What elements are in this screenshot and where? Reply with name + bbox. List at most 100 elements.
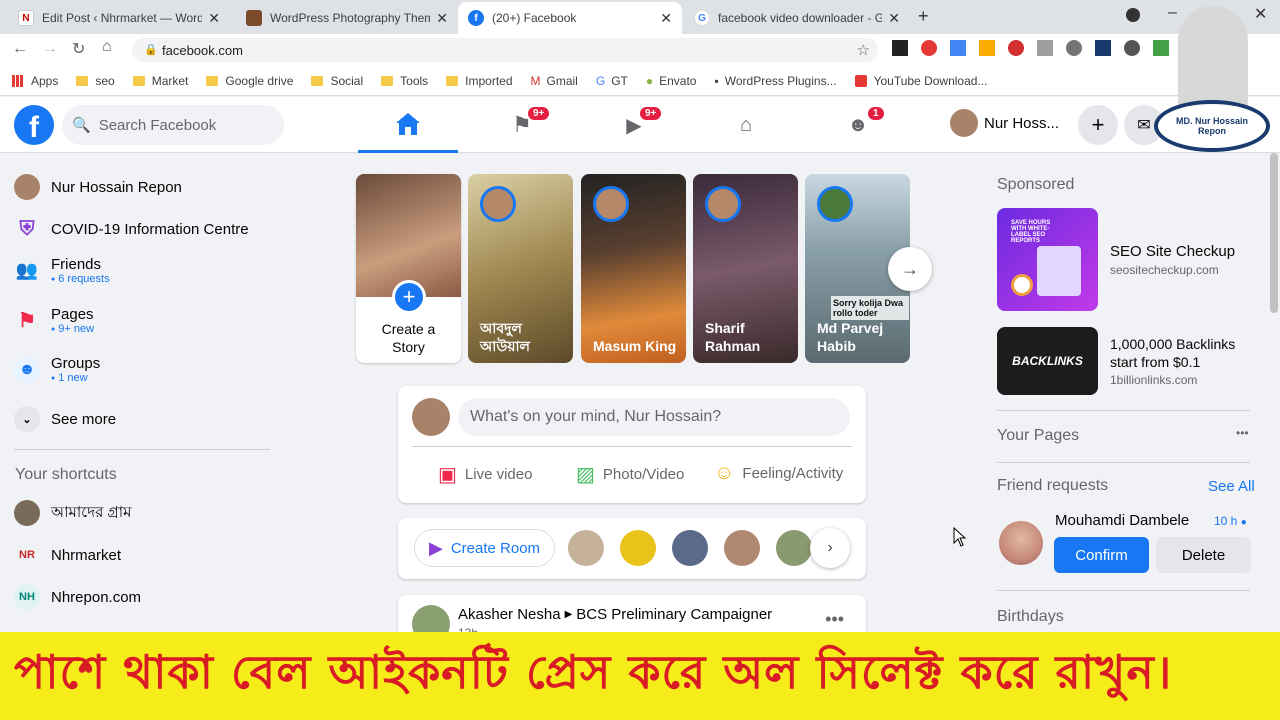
shortcut-item[interactable]: NR Nhrmarket: [14, 542, 121, 568]
reload-icon[interactable]: ↻: [72, 39, 85, 59]
post-group[interactable]: BCS Preliminary Campaigner: [576, 606, 772, 623]
active-friend-avatar[interactable]: [620, 530, 656, 566]
active-friend-avatar[interactable]: [724, 530, 760, 566]
forward-icon[interactable]: →: [42, 40, 58, 58]
bookmark-yt-download[interactable]: YouTube Download...: [854, 74, 987, 88]
page-scrollbar[interactable]: [1270, 153, 1278, 313]
browser-tab[interactable]: G facebook video downloader - Go ✕: [684, 2, 910, 34]
search-icon: 🔍: [72, 117, 91, 134]
translate-icon[interactable]: [950, 40, 966, 56]
post-author[interactable]: Akasher Nesha: [458, 606, 561, 623]
live-video-icon: ▣: [438, 464, 457, 486]
ad-image[interactable]: BACKLINKS: [997, 327, 1098, 395]
bookmark-gt[interactable]: G GT: [596, 74, 628, 88]
composer-input[interactable]: What's on your mind, Nur Hossain?: [458, 398, 850, 436]
shortcut-item[interactable]: NH Nhrepon.com: [14, 584, 141, 610]
browser-tab[interactable]: WordPress Photography Themes ✕: [236, 2, 458, 34]
story-card[interactable]: Sharif Rahman: [693, 174, 798, 363]
bookmark-folder[interactable]: Social: [311, 74, 363, 88]
create-button[interactable]: +: [1078, 105, 1118, 145]
avatar: [412, 398, 450, 436]
feeling-activity-button[interactable]: ☺ Feeling/Activity: [714, 462, 843, 485]
divider: [14, 449, 270, 450]
groups-icon: ☻: [847, 113, 869, 136]
tab-pages[interactable]: ⚑ 9+: [472, 97, 572, 153]
delete-button[interactable]: Delete: [1156, 537, 1251, 573]
avatar: [705, 186, 741, 222]
see-all-link[interactable]: See All: [1208, 478, 1255, 495]
confirm-button[interactable]: Confirm: [1054, 537, 1149, 573]
bookmark-folder[interactable]: Imported: [446, 74, 513, 88]
create-story-card[interactable]: + Create a Story: [356, 174, 461, 363]
your-pages-heading: Your Pages: [997, 427, 1080, 444]
shortcut-item[interactable]: আমাদের গ্রাম: [14, 500, 131, 526]
bookmark-gmail[interactable]: M Gmail: [531, 74, 578, 88]
sidebar-item-profile[interactable]: Nur Hossain Repon: [14, 174, 182, 200]
profile-button[interactable]: Nur Hoss...: [950, 109, 1059, 137]
bookmark-folder[interactable]: Tools: [381, 74, 428, 88]
browser-tab[interactable]: N Edit Post ‹ Nhrmarket — WordPr ✕: [8, 2, 230, 34]
story-card[interactable]: Masum King: [581, 174, 686, 363]
story-card[interactable]: আবদুল আউয়াল: [468, 174, 573, 363]
profile-menu-icon[interactable]: [1126, 8, 1140, 22]
tab-watch[interactable]: ▶ 9+: [584, 97, 684, 153]
ad-image[interactable]: SAVE HOURS WITH WHITE-LABEL SEO REPORTS: [997, 208, 1098, 311]
folder-icon: [206, 75, 219, 86]
active-friend-avatar[interactable]: [672, 530, 708, 566]
sidebar-item-covid[interactable]: ⛨ COVID-19 Information Centre: [14, 216, 249, 242]
requester-avatar[interactable]: [999, 521, 1043, 565]
stories-next-button[interactable]: →: [888, 247, 932, 291]
requester-name[interactable]: Mouhamdi Dambele: [1055, 512, 1189, 529]
extension-icon[interactable]: [979, 40, 995, 56]
browser-tab-strip: N Edit Post ‹ Nhrmarket — WordPr ✕ WordP…: [0, 0, 1280, 34]
extension-icon[interactable]: [1095, 40, 1111, 56]
bookmark-envato[interactable]: ● Envato: [646, 74, 697, 88]
active-friend-avatar[interactable]: [776, 530, 812, 566]
bookmark-folder[interactable]: Google drive: [206, 74, 293, 88]
sidebar-item-friends[interactable]: 👥 Friends6 requests: [14, 256, 110, 285]
live-video-button[interactable]: ▣ Live video: [438, 462, 532, 487]
home-icon[interactable]: ⌂: [102, 38, 112, 56]
extension-icon[interactable]: [1037, 40, 1053, 56]
active-friend-avatar[interactable]: [568, 530, 604, 566]
tab-home[interactable]: [358, 97, 458, 153]
back-icon[interactable]: ←: [12, 40, 28, 58]
bookmark-folder[interactable]: Market: [132, 74, 188, 88]
ad-title[interactable]: 1,000,000 Backlinks start from $0.1: [1110, 335, 1250, 371]
presenter-overlay: MD. Nur Hossain Repon: [1150, 4, 1272, 154]
extension-icon[interactable]: [892, 40, 908, 56]
adblock-icon[interactable]: [921, 40, 937, 56]
tab-marketplace[interactable]: ⌂: [696, 97, 796, 153]
more-options-icon[interactable]: •••: [825, 609, 844, 630]
flag-icon: ⚑: [18, 310, 36, 332]
ad-title[interactable]: SEO Site Checkup: [1110, 243, 1235, 260]
address-bar[interactable]: 🔒 facebook.com ☆: [132, 38, 878, 62]
browser-tab-active[interactable]: f (20+) Facebook ✕: [458, 2, 682, 34]
bookmark-folder[interactable]: seo: [76, 74, 115, 88]
extension-icon[interactable]: [1066, 40, 1082, 56]
extension-icon[interactable]: [1008, 40, 1024, 56]
search-input[interactable]: 🔍 Search Facebook: [62, 105, 284, 145]
divider: [997, 590, 1250, 591]
bookmark-star-icon[interactable]: ☆: [857, 41, 870, 59]
bookmark-apps[interactable]: Apps: [12, 74, 58, 88]
new-tab-icon[interactable]: +: [918, 6, 929, 27]
photo-video-button[interactable]: ▨ Photo/Video: [576, 462, 684, 487]
sidebar-item-pages[interactable]: ⚑ Pages9+ new: [14, 306, 94, 335]
tab-groups[interactable]: ☻ 1: [808, 97, 908, 153]
sidebar-item-groups[interactable]: ☻ Groups1 new: [14, 355, 100, 384]
close-tab-icon[interactable]: ✕: [660, 10, 672, 27]
more-options-icon[interactable]: •••: [1236, 426, 1249, 440]
chevron-down-icon: ⌄: [14, 406, 40, 432]
close-tab-icon[interactable]: ✕: [888, 10, 900, 27]
create-room-button[interactable]: ▶ Create Room: [414, 529, 556, 567]
home-icon: [396, 112, 420, 135]
extension-icon[interactable]: [1124, 40, 1140, 56]
sidebar-see-more[interactable]: ⌄ See more: [14, 406, 116, 432]
close-tab-icon[interactable]: ✕: [208, 10, 220, 27]
close-tab-icon[interactable]: ✕: [436, 10, 448, 27]
bookmark-wp-plugins[interactable]: ▪ WordPress Plugins...: [714, 74, 836, 88]
facebook-logo[interactable]: f: [14, 105, 54, 145]
ad-url: 1billionlinks.com: [1110, 373, 1198, 387]
rooms-next-button[interactable]: ›: [810, 528, 850, 568]
